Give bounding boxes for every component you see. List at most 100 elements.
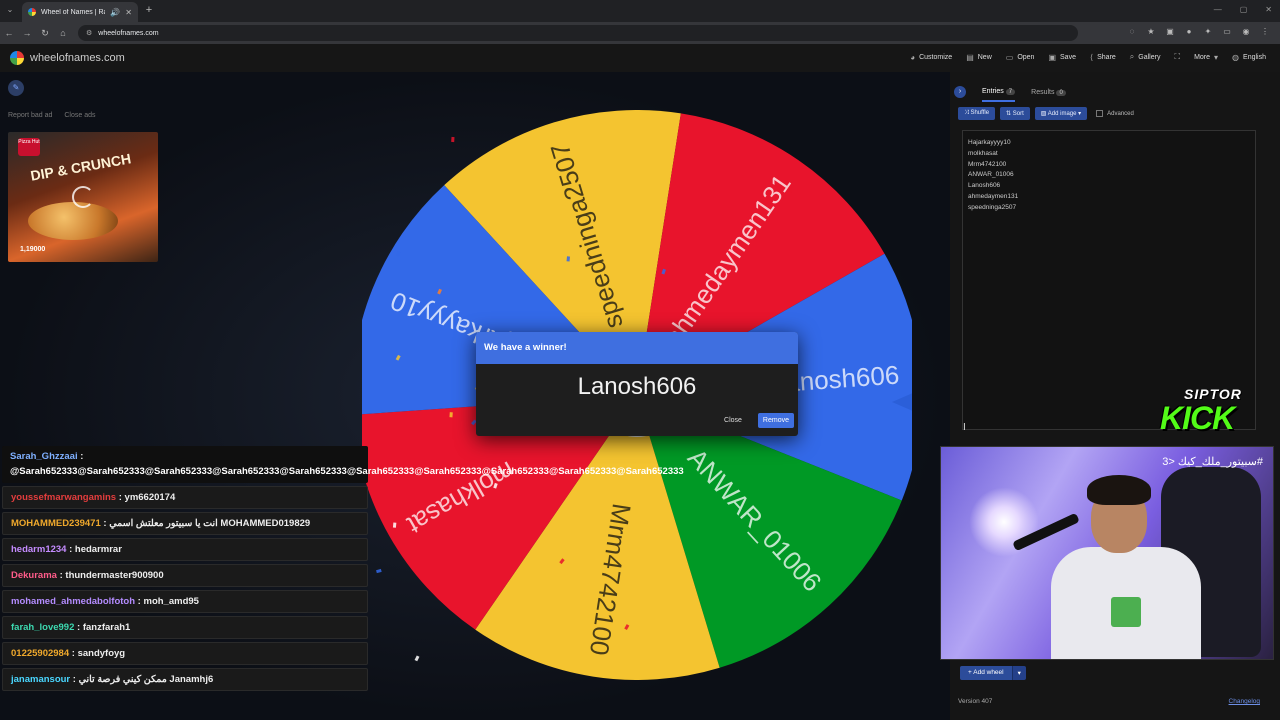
url-field[interactable]: ⚙ wheelofnames.com <box>78 25 1078 41</box>
chat-message: Sarah_Ghzzaai : @Sarah652333@Sarah652333@… <box>2 446 684 483</box>
chat-username[interactable]: 01225902984 <box>11 648 69 659</box>
menu-share[interactable]: ⟨ Share <box>1090 52 1116 62</box>
chat-text: ممكن كيني فرصة تاني Janamhj6 <box>78 674 214 685</box>
menu-open[interactable]: ▭ Open <box>1006 52 1035 62</box>
profile-avatar-icon[interactable]: ◉ <box>1241 27 1251 37</box>
advanced-checkbox[interactable]: Advanced <box>1096 110 1134 117</box>
kick-logo: SIPTOR KICK <box>1156 386 1266 440</box>
entry-line[interactable]: Hajarkayyyy10 <box>968 138 1250 149</box>
puzzle-icon[interactable]: ✦ <box>1203 27 1213 37</box>
home-icon[interactable]: ⌂ <box>54 24 72 42</box>
tab-search-icon[interactable]: ⌄ <box>4 5 16 17</box>
maximize-icon[interactable]: ▢ <box>1240 5 1248 14</box>
entry-line[interactable]: molkhasat <box>968 149 1250 160</box>
chat-message: 01225902984 : sandyfoyg <box>2 642 368 665</box>
chat-message: mohamed_ahmedabolfotoh : moh_amd95 <box>2 590 368 613</box>
url-text: wheelofnames.com <box>98 29 159 37</box>
tab-entries[interactable]: Entries 7 <box>982 88 1016 102</box>
new-tab-icon[interactable]: + <box>142 4 156 18</box>
chat-username[interactable]: Dekurama <box>11 570 57 581</box>
extension-icon[interactable]: ● <box>1184 27 1194 37</box>
eye-off-icon[interactable]: ◌ <box>1127 27 1137 37</box>
close-button[interactable]: Close <box>718 414 748 427</box>
sort-button[interactable]: ⇅ Sort <box>1000 107 1030 120</box>
menu-more[interactable]: More ▾ <box>1194 52 1218 62</box>
streamer-hair <box>1087 475 1151 505</box>
entries-textarea[interactable]: Hajarkayyyy10 molkhasat Mrm4742100 ANWAR_01… <box>962 130 1256 430</box>
entry-line[interactable]: ahmedaymen131 <box>968 192 1250 203</box>
menu-new[interactable]: ▤ New <box>966 52 992 62</box>
chat-username[interactable]: Sarah_Ghzzaai <box>10 451 78 462</box>
version-label: Version 407 <box>958 698 993 705</box>
chevron-down-icon: ▾ <box>1076 111 1082 117</box>
speaker-icon[interactable]: 🔊 <box>110 8 120 17</box>
share-icon: ⟨ <box>1089 52 1094 62</box>
add-wheel-dropdown-icon[interactable]: ▾ <box>1011 666 1026 680</box>
neon-sign <box>969 487 1039 557</box>
site-info-icon[interactable]: ⚙ <box>86 29 92 37</box>
stream-chat: Sarah_Ghzzaai : @Sarah652333@Sarah652333@… <box>0 446 684 694</box>
menu-customize[interactable]: ◕ Customize <box>910 52 952 62</box>
report-ad-link[interactable]: Report bad ad <box>8 112 52 119</box>
advertisement[interactable]: Pizza Hut DIP & CRUNCH 1,19000 <box>8 132 158 262</box>
chat-text: hedarmrar <box>74 544 122 555</box>
chat-username[interactable]: hedarm1234 <box>11 544 66 555</box>
close-tab-icon[interactable]: ✕ <box>125 8 132 17</box>
minimize-icon[interactable]: — <box>1214 5 1222 14</box>
forward-icon[interactable]: → <box>18 24 36 42</box>
collapse-chevron-icon[interactable]: › <box>954 86 966 98</box>
top-menu: ◕ Customize ▤ New ▭ Open ▣ Save ⟨ Share ⌕ Gall… <box>910 52 1266 62</box>
sort-icon: ⇅ <box>1006 111 1013 117</box>
add-wheel-button[interactable]: + Add wheel <box>960 666 1012 680</box>
reload-icon[interactable]: ↻ <box>36 24 54 42</box>
chat-username[interactable]: mohamed_ahmedabolfotoh <box>11 596 135 607</box>
menu-language[interactable]: ◍ English <box>1232 52 1266 62</box>
entry-line[interactable]: ANWAR_01006 <box>968 170 1250 181</box>
shuffle-button[interactable]: ⤨ Shuffle <box>958 107 996 120</box>
entry-line[interactable]: Mrm4742100 <box>968 160 1250 171</box>
kick-brand-bottom: KICK <box>1160 400 1235 436</box>
add-image-button[interactable]: ▨ Add image ▾ <box>1034 107 1088 120</box>
remove-button[interactable]: Remove <box>757 413 794 428</box>
bookmark-star-icon[interactable]: ★ <box>1146 27 1156 37</box>
file-icon: ▤ <box>966 52 974 62</box>
confetti-piece <box>449 412 453 418</box>
chat-text: fanzfarah1 <box>82 622 131 633</box>
loading-spinner-icon <box>72 186 94 208</box>
sidebar-icon[interactable]: ▭ <box>1222 27 1232 37</box>
chat-username[interactable]: youssefmarwangamins <box>11 492 116 503</box>
site-name[interactable]: wheelofnames.com <box>30 52 125 64</box>
back-icon[interactable]: ← <box>0 24 18 42</box>
site-logo-icon[interactable] <box>10 51 24 65</box>
chat-username[interactable]: farah_love992 <box>11 622 74 633</box>
shirt-logo <box>1111 597 1141 627</box>
edit-pencil-icon[interactable]: ✎ <box>8 80 24 96</box>
menu-save[interactable]: ▣ Save <box>1048 52 1076 62</box>
chat-separator: : <box>74 622 83 633</box>
chat-message: youssefmarwangamins : ym6620174 <box>2 486 368 509</box>
menu-fullscreen[interactable]: ⛶ <box>1174 52 1180 62</box>
chat-message: janamansour : ممكن كيني فرصة تاني Janamh… <box>2 668 368 691</box>
entries-count-badge: 7 <box>1005 89 1016 95</box>
changelog-link[interactable]: Changelog <box>1229 698 1260 705</box>
ad-links: Report bad ad Close ads <box>8 112 96 119</box>
kebab-menu-icon[interactable]: ⋮ <box>1260 27 1270 37</box>
chat-username[interactable]: janamansour <box>11 674 70 685</box>
window-controls: — ▢ ✕ <box>1214 5 1272 14</box>
chat-separator: : <box>69 648 78 659</box>
chat-message: Dekurama : thundermaster900900 <box>2 564 368 587</box>
close-window-icon[interactable]: ✕ <box>1265 5 1272 14</box>
ad-price: 1,19000 <box>20 246 46 253</box>
tab-results[interactable]: Results 0 <box>1031 89 1066 101</box>
chat-username[interactable]: MOHAMMED239471 <box>11 518 101 529</box>
menu-gallery[interactable]: ⌕ Gallery <box>1130 52 1161 62</box>
entry-line[interactable]: speedninga2507 <box>968 203 1250 214</box>
browser-tab[interactable]: Wheel of Names | Random 🔊 ✕ <box>22 2 138 22</box>
close-ads-link[interactable]: Close ads <box>64 112 95 119</box>
chevron-down-icon: ▾ <box>1214 52 1219 62</box>
entry-line[interactable]: Lanosh606 <box>968 181 1250 192</box>
globe-icon: ◍ <box>1232 52 1240 62</box>
extension-icon[interactable]: ▣ <box>1165 27 1175 37</box>
confetti-piece <box>392 522 397 528</box>
dialog-actions: Close Remove <box>718 413 794 428</box>
